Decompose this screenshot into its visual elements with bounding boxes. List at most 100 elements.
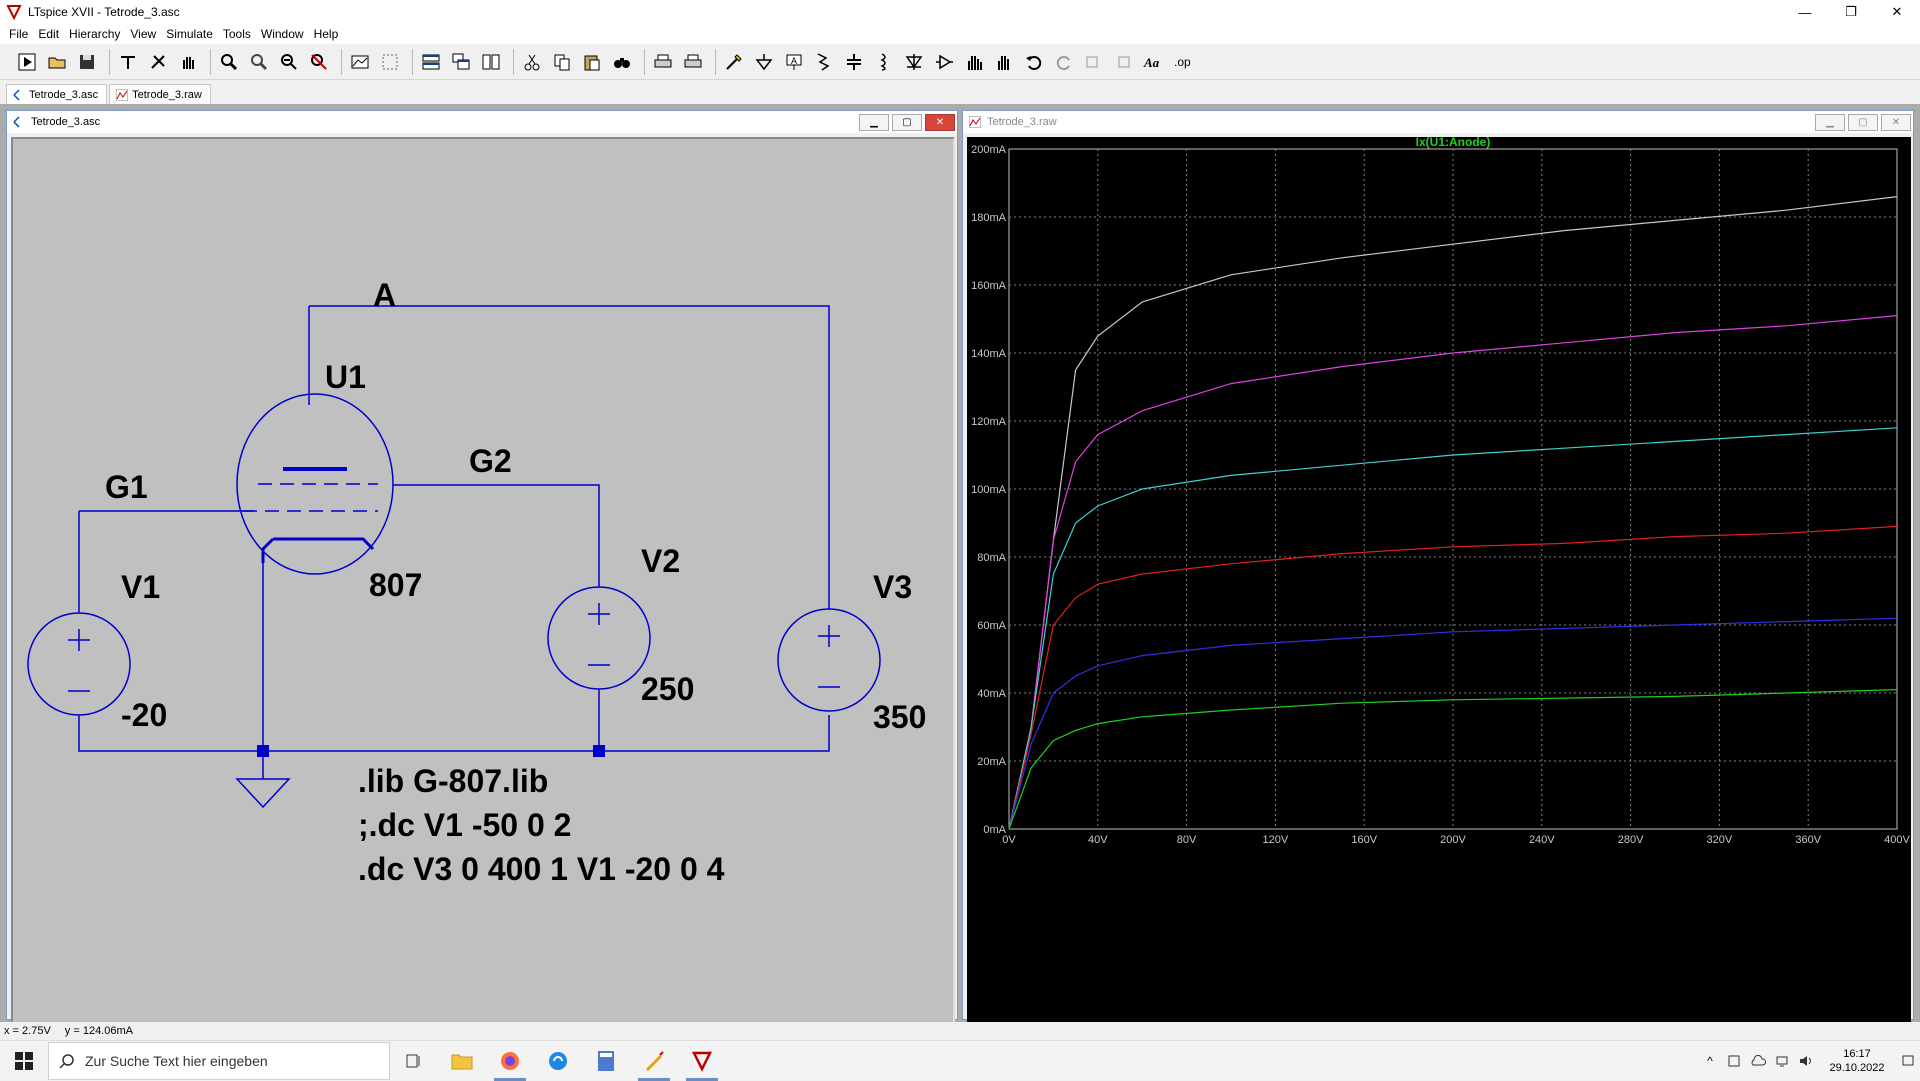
schematic-canvas[interactable]: A U1 807 G1 G2 V1 -20 V2 250 V3 350 .lib…: [11, 137, 955, 1031]
control-panel-icon[interactable]: [115, 49, 141, 75]
minimize-button[interactable]: —: [1782, 0, 1828, 24]
zoom-out-icon[interactable]: [276, 49, 302, 75]
app-icon[interactable]: [534, 1041, 582, 1081]
menu-tools[interactable]: Tools: [223, 27, 251, 41]
component-icon[interactable]: [931, 49, 957, 75]
spice-directive-icon[interactable]: .op: [1171, 49, 1197, 75]
rotate-icon[interactable]: [1081, 49, 1107, 75]
cascade-icon[interactable]: [448, 49, 474, 75]
tile-vertical-icon[interactable]: [478, 49, 504, 75]
notification-icon[interactable]: [1896, 1041, 1920, 1081]
document-tabs: Tetrode_3.asc Tetrode_3.raw: [0, 82, 1920, 104]
drag-icon[interactable]: [991, 49, 1017, 75]
schematic-icon: [13, 116, 20, 128]
pan-icon[interactable]: [175, 49, 201, 75]
tile-horizontal-icon[interactable]: [418, 49, 444, 75]
v2-ref-label: V2: [641, 543, 681, 579]
taskbar-clock[interactable]: 16:17 29.10.2022: [1818, 1047, 1896, 1075]
tab-waveform[interactable]: Tetrode_3.raw: [109, 84, 211, 104]
tray-volume-icon[interactable]: [1794, 1041, 1818, 1081]
find-icon[interactable]: [609, 49, 635, 75]
redo-icon[interactable]: [1051, 49, 1077, 75]
run-icon[interactable]: [14, 49, 40, 75]
search-icon: [59, 1053, 74, 1069]
spice-directive-comment[interactable]: ;.dc V1 -50 0 2: [358, 807, 571, 844]
waveform-plot-pane[interactable]: Ix(U1:Anode) 0V 40V 80V 120V 160V 200V 240V 280V…: [967, 135, 1911, 1025]
halt-icon[interactable]: [145, 49, 171, 75]
pen-app-icon[interactable]: [630, 1041, 678, 1081]
menu-window[interactable]: Window: [261, 27, 304, 41]
print-preview-icon[interactable]: [680, 49, 706, 75]
tray-chevron-icon[interactable]: ^: [1698, 1041, 1722, 1081]
copy-icon[interactable]: [549, 49, 575, 75]
ltspice-taskbar-icon[interactable]: [678, 1041, 726, 1081]
zoom-in-icon[interactable]: [216, 49, 242, 75]
x-tick-label: 360V: [1795, 834, 1821, 846]
cut-icon[interactable]: [519, 49, 545, 75]
net-label-anode: A: [373, 277, 397, 313]
schematic-window-header: Tetrode_3.asc ▁ ▢ ✕: [7, 111, 957, 133]
schematic-close-button[interactable]: ✕: [925, 114, 955, 131]
label-net-icon[interactable]: A: [781, 49, 807, 75]
paste-icon[interactable]: [579, 49, 605, 75]
capacitor-icon[interactable]: [841, 49, 867, 75]
move-icon[interactable]: [961, 49, 987, 75]
schematic-maximize-button[interactable]: ▢: [892, 114, 922, 131]
maximize-button[interactable]: ❐: [1828, 0, 1874, 24]
save-icon[interactable]: [74, 49, 100, 75]
x-tick-label: 240V: [1529, 834, 1555, 846]
menu-help[interactable]: Help: [314, 27, 339, 41]
mdi-workspace: Tetrode_3.asc ▁ ▢ ✕ A U1 807 G1 G2 V1 -2…: [0, 104, 1920, 1031]
waveform-maximize-button[interactable]: ▢: [1848, 114, 1878, 131]
menu-simulate[interactable]: Simulate: [166, 27, 213, 41]
start-button[interactable]: [0, 1041, 48, 1081]
spice-directive-lib[interactable]: .lib G-807.lib: [358, 763, 548, 800]
print-icon[interactable]: [650, 49, 676, 75]
x-tick-label: 400V: [1884, 834, 1910, 846]
menu-view[interactable]: View: [130, 27, 156, 41]
inductor-icon[interactable]: [871, 49, 897, 75]
ground-icon[interactable]: [751, 49, 777, 75]
text-icon[interactable]: Aa: [1141, 49, 1167, 75]
fit-icon[interactable]: [377, 49, 403, 75]
y-tick-label: 200mA: [971, 144, 1007, 156]
menu-edit[interactable]: Edit: [38, 27, 59, 41]
y-tick-label: 180mA: [971, 212, 1007, 224]
resistor-icon[interactable]: [811, 49, 837, 75]
task-view-icon[interactable]: [390, 1041, 438, 1081]
svg-text:A: A: [791, 56, 797, 66]
title-bar: LTspice XVII - Tetrode_3.asc — ❐ ✕: [0, 0, 1920, 24]
windows-logo-icon: [15, 1051, 33, 1070]
tray-cloud-icon[interactable]: [1746, 1041, 1770, 1081]
system-tray: ^ 16:17 29.10.2022: [1698, 1041, 1920, 1081]
menu-hierarchy[interactable]: Hierarchy: [69, 27, 120, 41]
taskbar-search[interactable]: Zur Suche Text hier eingeben: [48, 1041, 390, 1080]
menu-bar: File Edit Hierarchy View Simulate Tools …: [0, 24, 1920, 44]
y-tick-label: 60mA: [977, 620, 1006, 632]
waveform-window-title: Tetrode_3.raw: [987, 116, 1057, 128]
tab-schematic[interactable]: Tetrode_3.asc: [6, 84, 108, 104]
firefox-icon[interactable]: [486, 1041, 534, 1081]
waveform-icon: [116, 88, 129, 101]
undo-icon[interactable]: [1021, 49, 1047, 75]
wire-icon[interactable]: [721, 49, 747, 75]
tray-device-icon[interactable]: [1722, 1041, 1746, 1081]
diode-icon[interactable]: [901, 49, 927, 75]
open-icon[interactable]: [44, 49, 70, 75]
autorange-icon[interactable]: [347, 49, 373, 75]
waveform-window-header: Tetrode_3.raw ▁ ▢ ✕: [963, 111, 1913, 133]
calculator-icon[interactable]: [582, 1041, 630, 1081]
menu-file[interactable]: File: [9, 27, 28, 41]
file-explorer-icon[interactable]: [438, 1041, 486, 1081]
waveform-minimize-button[interactable]: ▁: [1815, 114, 1845, 131]
tray-network-icon[interactable]: [1770, 1041, 1794, 1081]
schematic-minimize-button[interactable]: ▁: [859, 114, 889, 131]
close-button[interactable]: ✕: [1874, 0, 1920, 24]
y-tick-label: 20mA: [977, 756, 1006, 768]
zoom-area-icon[interactable]: [246, 49, 272, 75]
waveform-close-button[interactable]: ✕: [1881, 114, 1911, 131]
mirror-icon[interactable]: [1111, 49, 1137, 75]
spice-directive-dc[interactable]: .dc V3 0 400 1 V1 -20 0 4: [358, 851, 724, 888]
cursor-x-readout: x = 2.75V: [4, 1025, 51, 1037]
zoom-cancel-icon[interactable]: [306, 49, 332, 75]
